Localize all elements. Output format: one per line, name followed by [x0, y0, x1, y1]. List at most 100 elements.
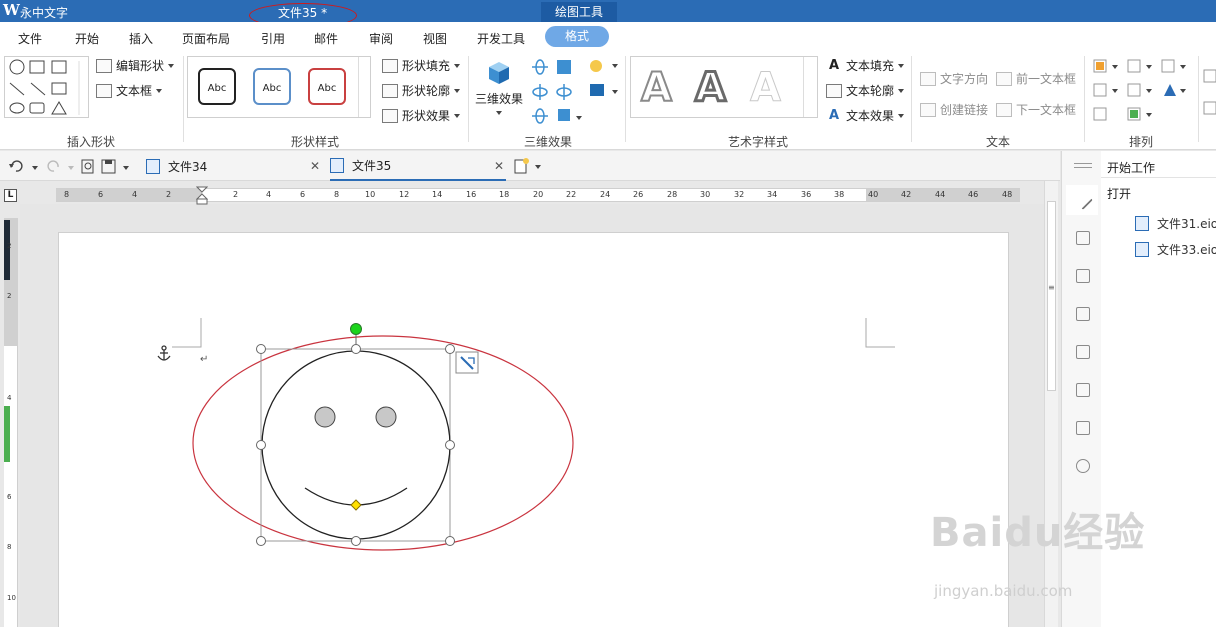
- scrollbar-thumb[interactable]: [1047, 201, 1056, 391]
- shape-outline-button[interactable]: 形状轮廓: [382, 82, 461, 99]
- layout-options-icon[interactable]: [455, 351, 479, 374]
- link-icon: [920, 102, 936, 117]
- previous-box-icon: [996, 71, 1012, 86]
- smiley-face-shape[interactable]: [261, 350, 451, 540]
- tab-file34-close-icon[interactable]: ✕: [310, 159, 320, 173]
- wordart-style-gray-outline[interactable]: A: [640, 64, 673, 112]
- menu-format[interactable]: 格式: [545, 26, 610, 47]
- ruler-tick: 34: [767, 190, 778, 199]
- quick-access-icons: [9, 159, 129, 174]
- margin-mark-left: [172, 318, 202, 348]
- menu-page-layout[interactable]: 页面布局: [182, 30, 230, 47]
- wordart-gallery[interactable]: A A A: [630, 56, 818, 118]
- ruler-tick: 4: [132, 190, 138, 199]
- margin-mark-right: [865, 318, 895, 348]
- resize-handles[interactable]: [256, 344, 455, 546]
- text-outline-button[interactable]: 文本轮廓: [826, 82, 905, 99]
- previous-text-box-button[interactable]: 前一文本框: [996, 70, 1076, 87]
- anchor-icon: [157, 345, 171, 361]
- 3d-effect-button[interactable]: 三维效果: [474, 58, 524, 115]
- chevron-down-icon: [898, 113, 905, 118]
- settings-sliders-icon[interactable]: [1076, 231, 1090, 245]
- shape-fill-button[interactable]: 形状填充: [382, 57, 461, 74]
- create-link-button[interactable]: 创建链接: [920, 101, 988, 118]
- ruler-tick: 22: [566, 190, 577, 199]
- drawing-tools-tab-group: 绘图工具: [541, 2, 617, 22]
- ruler-tick: 2: [7, 292, 12, 300]
- next-text-box-button[interactable]: 下一文本框: [996, 101, 1076, 118]
- 3d-tilt-icons[interactable]: [530, 58, 622, 128]
- gallery-scroll-divider: [358, 57, 359, 117]
- wordart-style-dark-outline[interactable]: A: [694, 64, 728, 113]
- new-tab-icon[interactable]: [513, 157, 543, 175]
- text-fill-button[interactable]: A 文本填充: [826, 57, 905, 74]
- copy-icon[interactable]: [1076, 383, 1090, 397]
- lock-icon[interactable]: [1076, 307, 1090, 321]
- tab-file34[interactable]: 文件34: [146, 151, 322, 181]
- menu-home[interactable]: 开始: [75, 30, 99, 47]
- recent-file-item[interactable]: 文件33.eio: [1135, 241, 1216, 258]
- recent-file-item[interactable]: 文件31.eio: [1135, 215, 1216, 232]
- title-bar: W 永中文字 文件35 * 绘图工具: [0, 0, 1216, 28]
- vertical-ruler[interactable]: 2 2 4 6 8 10: [4, 218, 18, 627]
- chevron-down-icon: [454, 88, 461, 93]
- text-direction-icon: [920, 71, 936, 86]
- arrange-label: 排列: [1129, 135, 1154, 149]
- ruler-tick: 10: [365, 190, 376, 199]
- horizontal-ruler[interactable]: 8 6 4 2 2 4 6 8 10 12 14 16 18 20 22 24 …: [56, 186, 1020, 205]
- shape-style-blue[interactable]: Abc: [253, 68, 291, 105]
- ruler-tick: 38: [834, 190, 845, 199]
- indent-marker-icon[interactable]: [196, 186, 208, 206]
- menu-review[interactable]: 审阅: [369, 30, 393, 47]
- wordart-style-light-outline[interactable]: A: [750, 65, 782, 112]
- ruler-tick: 30: [700, 190, 711, 199]
- menu-developer[interactable]: 开发工具: [477, 30, 525, 47]
- tab-file35-close-icon[interactable]: ✕: [494, 159, 504, 173]
- menu-references[interactable]: 引用: [261, 30, 285, 47]
- text-box-button[interactable]: 文本框: [96, 82, 163, 99]
- rotate-handle[interactable]: [350, 323, 362, 335]
- shape-styles-label: 形状样式: [291, 135, 340, 149]
- navigation-icon[interactable]: [1076, 269, 1090, 283]
- ruler-tick: 8: [7, 543, 12, 551]
- shape-style-black[interactable]: Abc: [198, 68, 236, 105]
- ruler-tick: 4: [266, 190, 272, 199]
- menu-insert[interactable]: 插入: [129, 30, 153, 47]
- open-link[interactable]: 打开: [1107, 185, 1131, 202]
- edit-shape-button[interactable]: 编辑形状: [96, 57, 175, 74]
- ruler-tick: 20: [533, 190, 544, 199]
- shape-style-gallery[interactable]: Abc Abc Abc: [187, 56, 371, 118]
- shape-style-red[interactable]: Abc: [308, 68, 346, 105]
- text-group-label: 文本: [986, 135, 1011, 149]
- ruler-tick: 2: [166, 190, 172, 199]
- smiley-right-eye: [375, 406, 397, 428]
- menu-file[interactable]: 文件: [18, 30, 42, 47]
- ruler-tick: 26: [633, 190, 644, 199]
- edit-note-icon[interactable]: [1076, 421, 1090, 435]
- help-icon[interactable]: [1076, 459, 1090, 473]
- shape-effect-button[interactable]: 形状效果: [382, 107, 461, 124]
- chevron-down-icon: [156, 88, 163, 93]
- tab-file35[interactable]: 文件35: [330, 151, 506, 181]
- document-icon: [1135, 242, 1149, 257]
- baidu-watermark: Baidu经验: [930, 510, 1146, 556]
- text-direction-button[interactable]: 文字方向: [920, 70, 988, 87]
- ruler-tick: 6: [7, 493, 12, 501]
- tab-stop-selector[interactable]: L: [4, 189, 17, 202]
- vertical-scrollbar[interactable]: ≡: [1044, 181, 1058, 627]
- chevron-down-icon: [454, 63, 461, 68]
- menu-mailings[interactable]: 邮件: [314, 30, 338, 47]
- ruler-tick: 18: [499, 190, 510, 199]
- chevron-down-icon: [496, 111, 502, 115]
- ruler-tick: 10: [7, 594, 16, 602]
- clipboard-icon[interactable]: [1076, 345, 1090, 359]
- text-effect-button[interactable]: A 文本效果: [826, 107, 905, 124]
- menu-view[interactable]: 视图: [423, 30, 447, 47]
- ruler-tick: 24: [600, 190, 611, 199]
- ruler-tick: 32: [734, 190, 745, 199]
- drawing-canvas[interactable]: ↵: [58, 232, 1009, 627]
- ruler-tick: 42: [901, 190, 912, 199]
- shape-gallery[interactable]: [4, 56, 89, 118]
- ribbon: 编辑形状 文本框 插入形状 Abc Abc Abc 形状填充 形状轮廓 形状效果…: [0, 52, 1216, 150]
- adjust-handle[interactable]: [350, 499, 362, 511]
